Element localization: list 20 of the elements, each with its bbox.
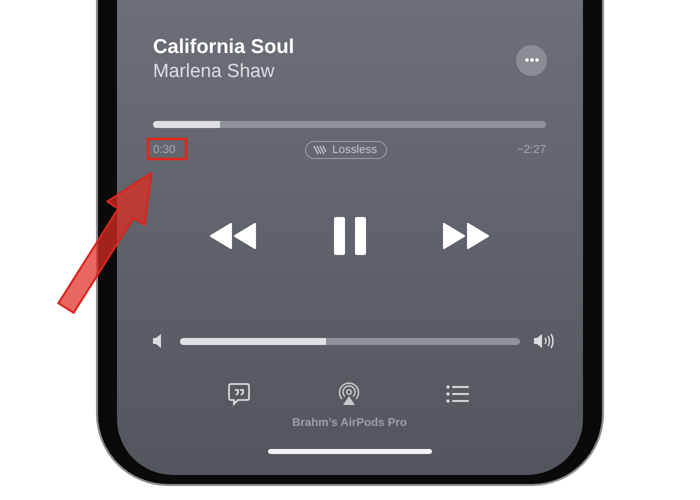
speaker-high-icon [534, 333, 556, 349]
progress-track[interactable] [153, 121, 546, 128]
queue-button[interactable] [446, 384, 470, 404]
elapsed-time: 0:30 [153, 144, 176, 156]
wave-icon [313, 145, 328, 155]
airplay-button[interactable] [336, 382, 360, 406]
lyrics-button[interactable] [227, 382, 251, 406]
song-title: California Soul [153, 35, 294, 59]
ellipsis-icon [524, 58, 538, 62]
remaining-time: −2:27 [516, 144, 546, 156]
highlight-box [146, 138, 188, 160]
output-device-label: Brahm’s AirPods Pro [291, 416, 408, 430]
volume-track[interactable] [180, 338, 520, 344]
more-button[interactable] [516, 44, 547, 76]
pause-button[interactable] [332, 216, 368, 256]
artist-name: Marlena Shaw [153, 60, 276, 84]
badge-label: Lossless [332, 144, 378, 156]
rewind-button[interactable] [209, 223, 257, 249]
speaker-low-icon [153, 334, 162, 348]
fast-forward-button[interactable] [442, 223, 490, 249]
